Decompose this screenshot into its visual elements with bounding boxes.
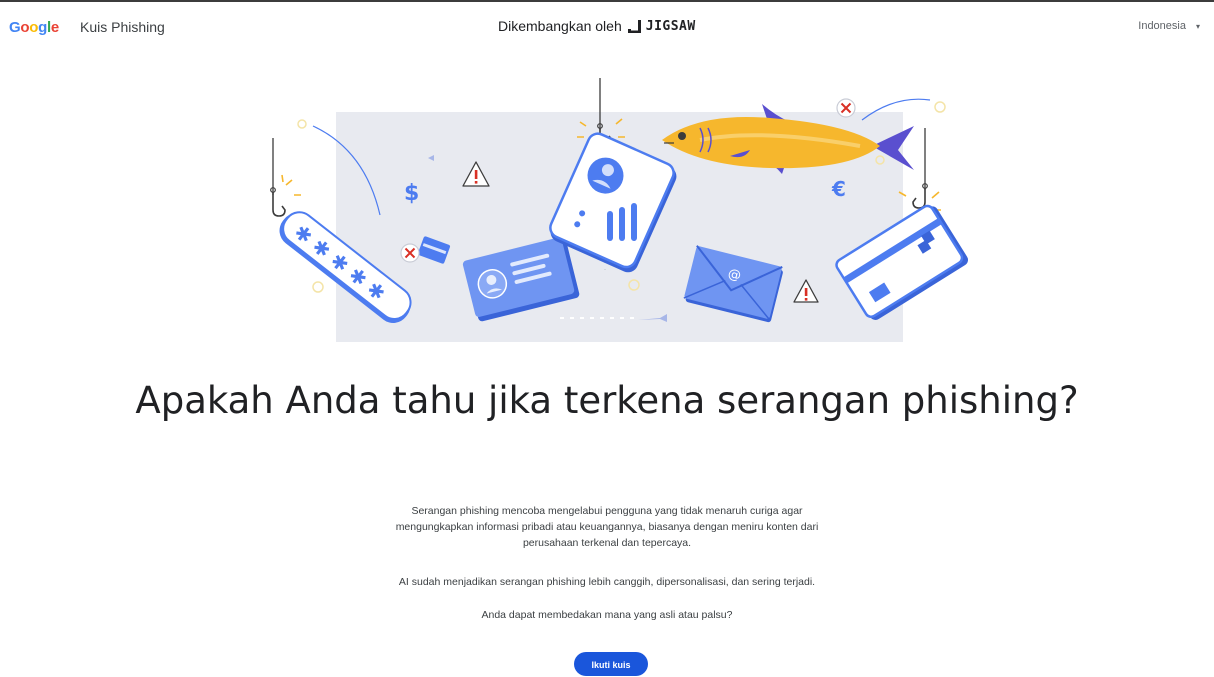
intro-line-2: mengungkapkan informasi pribadi atau keu… bbox=[395, 521, 819, 533]
intro-line-1: Serangan phishing mencoba mengelabui pen… bbox=[411, 505, 803, 517]
dollar-icon: $ bbox=[404, 181, 419, 206]
fishing-hook-icon bbox=[898, 128, 941, 211]
start-quiz-button[interactable]: Ikuti kuis bbox=[574, 652, 648, 676]
question-paragraph: Anda dapat membedakan mana yang asli ata… bbox=[481, 609, 733, 621]
page-title: Apakah Anda tahu jika terkena serangan p… bbox=[135, 379, 1079, 422]
euro-icon: € bbox=[831, 177, 846, 201]
intro-paragraph: Serangan phishing mencoba mengelabui pen… bbox=[0, 503, 1214, 551]
intro-line-3: perusahaan terkenal dan tepercaya. bbox=[522, 537, 692, 549]
ai-paragraph: AI sudah menjadikan serangan phishing le… bbox=[398, 576, 816, 588]
close-x-icon bbox=[836, 98, 856, 118]
close-x-icon bbox=[400, 243, 420, 263]
fishing-hook-icon bbox=[270, 138, 301, 217]
hero-illustration: ✱ ✱ ✱ ✱ ✱ $ € @ bbox=[270, 78, 968, 342]
